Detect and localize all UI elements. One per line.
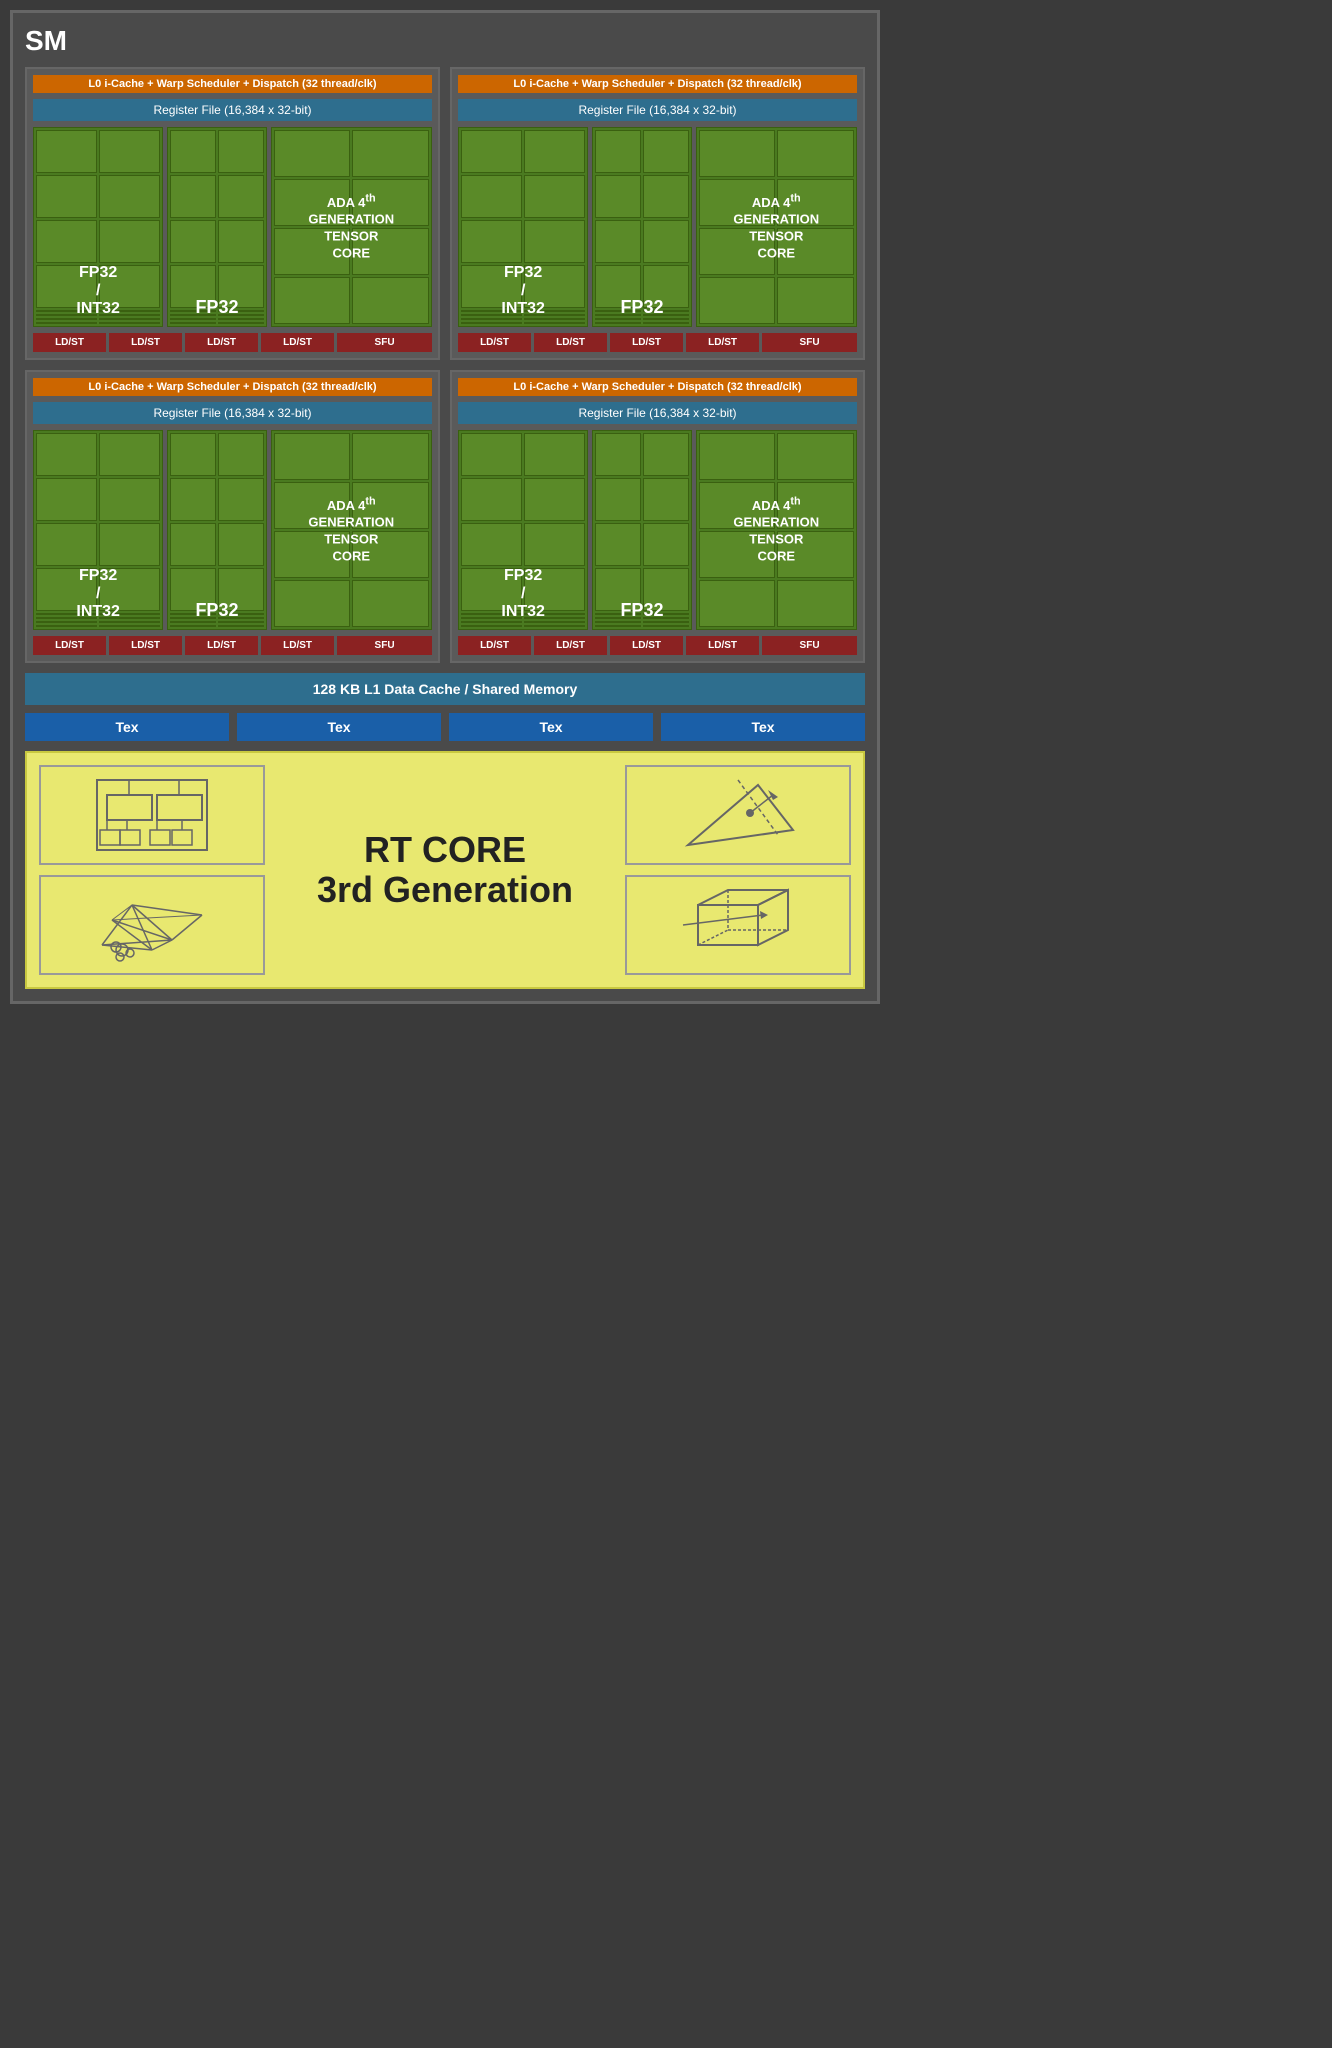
fp32-block-4: FP32 <box>592 430 691 630</box>
ld-st-6: LD/ST <box>534 333 607 352</box>
register-file-bar-4: Register File (16,384 x 32-bit) <box>458 402 857 424</box>
rt-core-container: RT CORE 3rd Generation <box>25 751 865 989</box>
sm-container: SM L0 i-Cache + Warp Scheduler + Dispatc… <box>10 10 880 1004</box>
ld-st-2: LD/ST <box>109 333 182 352</box>
rt-icon-bvh-svg <box>92 775 212 855</box>
tensor-block-4: ADA 4thGENERATIONTENSOR CORE <box>696 430 857 630</box>
compute-units-4: FP32/INT32 FP32 <box>458 430 857 630</box>
fp32-int32-block-4: FP32/INT32 <box>458 430 588 630</box>
tex-unit-1: Tex <box>25 713 229 741</box>
warp-scheduler-bar-2: L0 i-Cache + Warp Scheduler + Dispatch (… <box>458 75 857 93</box>
quadrant-3: L0 i-Cache + Warp Scheduler + Dispatch (… <box>25 370 440 663</box>
bottom-units-1: LD/ST LD/ST LD/ST LD/ST SFU <box>33 333 432 352</box>
tex-unit-3: Tex <box>449 713 653 741</box>
quadrants-grid: L0 i-Cache + Warp Scheduler + Dispatch (… <box>25 67 865 663</box>
rt-icon-bvh <box>39 765 265 865</box>
fp32-int32-block-1: FP32/INT32 <box>33 127 163 327</box>
ld-st-3: LD/ST <box>185 333 258 352</box>
compute-units-3: FP32/INT32 FP32 <box>33 430 432 630</box>
rt-icon-triangle-svg <box>678 775 798 855</box>
ld-st-16: LD/ST <box>686 636 759 655</box>
ld-st-4: LD/ST <box>261 333 334 352</box>
sfu-2: SFU <box>762 333 857 352</box>
bottom-units-3: LD/ST LD/ST LD/ST LD/ST SFU <box>33 636 432 655</box>
sfu-1: SFU <box>337 333 432 352</box>
rt-icon-mesh-svg <box>92 885 212 965</box>
tensor-block-2: ADA 4thGENERATIONTENSOR CORE <box>696 127 857 327</box>
fp32-int32-block-3: FP32/INT32 <box>33 430 163 630</box>
rt-icon-mesh <box>39 875 265 975</box>
fp32-block-3: FP32 <box>167 430 266 630</box>
fp32-block-1: FP32 <box>167 127 266 327</box>
warp-scheduler-bar-4: L0 i-Cache + Warp Scheduler + Dispatch (… <box>458 378 857 396</box>
ld-st-1: LD/ST <box>33 333 106 352</box>
compute-units-2: FP32/INT32 FP32 <box>458 127 857 327</box>
rt-core-title-text: RT CORE 3rd Generation <box>317 830 573 909</box>
rt-icon-box-svg <box>678 885 798 965</box>
warp-scheduler-bar-3: L0 i-Cache + Warp Scheduler + Dispatch (… <box>33 378 432 396</box>
ld-st-13: LD/ST <box>458 636 531 655</box>
compute-units-1: FP32/INT32 FP32 <box>33 127 432 327</box>
ld-st-10: LD/ST <box>109 636 182 655</box>
tex-unit-2: Tex <box>237 713 441 741</box>
fp32-int32-block-2: FP32/INT32 <box>458 127 588 327</box>
rt-icon-box <box>625 875 851 975</box>
l1-cache-bar: 128 KB L1 Data Cache / Shared Memory <box>25 673 865 705</box>
ld-st-7: LD/ST <box>610 333 683 352</box>
sfu-4: SFU <box>762 636 857 655</box>
ld-st-15: LD/ST <box>610 636 683 655</box>
ld-st-9: LD/ST <box>33 636 106 655</box>
bottom-units-4: LD/ST LD/ST LD/ST LD/ST SFU <box>458 636 857 655</box>
sfu-3: SFU <box>337 636 432 655</box>
tex-row: Tex Tex Tex Tex <box>25 713 865 741</box>
ld-st-14: LD/ST <box>534 636 607 655</box>
rt-core-title: RT CORE 3rd Generation <box>275 765 614 975</box>
tex-unit-4: Tex <box>661 713 865 741</box>
ld-st-8: LD/ST <box>686 333 759 352</box>
ld-st-5: LD/ST <box>458 333 531 352</box>
register-file-bar-2: Register File (16,384 x 32-bit) <box>458 99 857 121</box>
fp32-block-2: FP32 <box>592 127 691 327</box>
quadrant-4: L0 i-Cache + Warp Scheduler + Dispatch (… <box>450 370 865 663</box>
ld-st-12: LD/ST <box>261 636 334 655</box>
tensor-block-1: ADA 4thGENERATIONTENSOR CORE <box>271 127 432 327</box>
quadrant-2: L0 i-Cache + Warp Scheduler + Dispatch (… <box>450 67 865 360</box>
sm-title: SM <box>25 25 865 57</box>
register-file-bar-3: Register File (16,384 x 32-bit) <box>33 402 432 424</box>
tensor-block-3: ADA 4thGENERATIONTENSOR CORE <box>271 430 432 630</box>
rt-icon-triangle <box>625 765 851 865</box>
quadrant-1: L0 i-Cache + Warp Scheduler + Dispatch (… <box>25 67 440 360</box>
register-file-bar-1: Register File (16,384 x 32-bit) <box>33 99 432 121</box>
ld-st-11: LD/ST <box>185 636 258 655</box>
warp-scheduler-bar-1: L0 i-Cache + Warp Scheduler + Dispatch (… <box>33 75 432 93</box>
bottom-units-2: LD/ST LD/ST LD/ST LD/ST SFU <box>458 333 857 352</box>
